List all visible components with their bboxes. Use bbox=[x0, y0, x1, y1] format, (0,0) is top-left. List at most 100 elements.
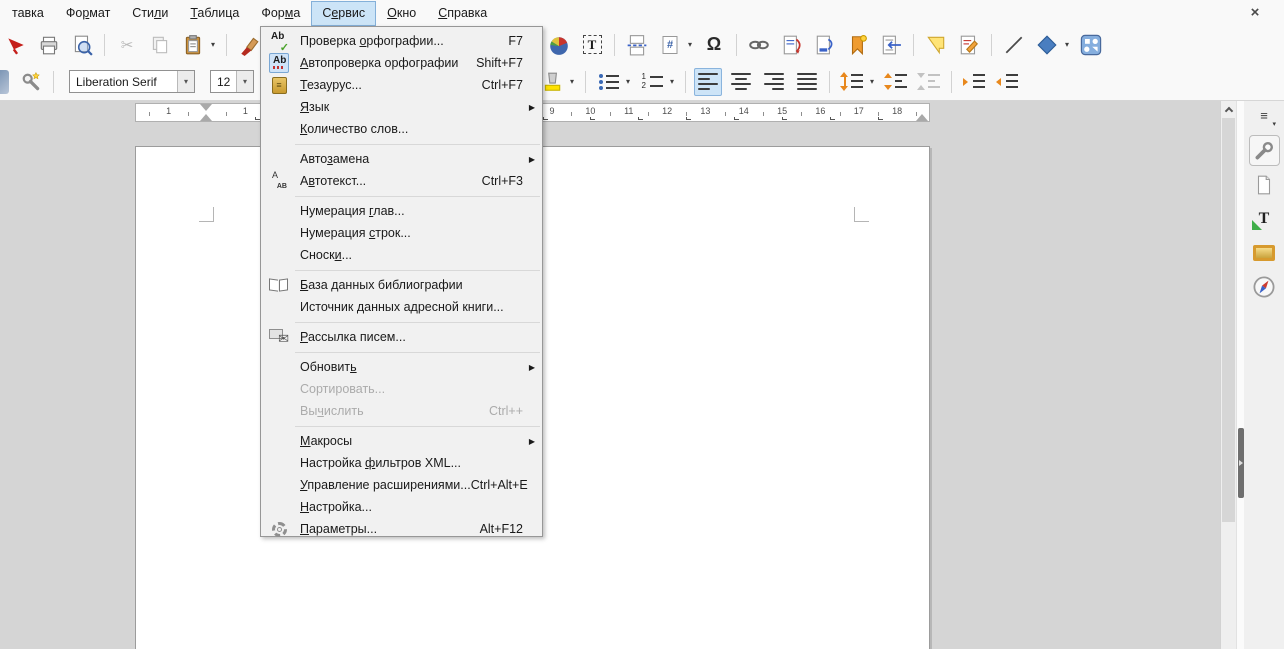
align-justify-button[interactable] bbox=[793, 68, 821, 96]
menu-item-11[interactable]: Сноски... bbox=[261, 244, 542, 266]
tab-stop-marker[interactable] bbox=[782, 117, 787, 120]
menu-item-9[interactable]: Нумерация глав... bbox=[261, 200, 542, 222]
align-left-button[interactable] bbox=[694, 68, 722, 96]
diamond-icon bbox=[1036, 34, 1058, 56]
symbol-shapes-button[interactable] bbox=[1077, 31, 1105, 59]
menu-item-13[interactable]: База данных библиографии bbox=[261, 274, 542, 296]
field-dropdown-arrow[interactable]: ▾ bbox=[685, 40, 695, 49]
toolbar-separator bbox=[829, 71, 830, 93]
cross-reference-button[interactable] bbox=[877, 31, 905, 59]
menu-item-4[interactable]: Количество слов... bbox=[261, 118, 542, 140]
sidebar-tab-gallery[interactable] bbox=[1249, 237, 1280, 268]
sidebar-tab-properties[interactable] bbox=[1249, 135, 1280, 166]
cut-button[interactable]: ✂ bbox=[113, 31, 141, 59]
align-center-button[interactable] bbox=[727, 68, 755, 96]
paste-button[interactable] bbox=[179, 31, 207, 59]
menu-item-2[interactable]: ≡Тезаурус...Ctrl+F7 bbox=[261, 74, 542, 96]
menubar-item-4[interactable]: Форма bbox=[250, 1, 311, 26]
insert-chart-button[interactable] bbox=[545, 31, 573, 59]
tab-stop-marker[interactable] bbox=[590, 117, 595, 120]
right-indent-marker[interactable] bbox=[916, 114, 928, 121]
basic-shapes-button[interactable] bbox=[1033, 31, 1061, 59]
decrease-paragraph-spacing-button[interactable] bbox=[915, 68, 943, 96]
close-document-icon[interactable]: × bbox=[1246, 4, 1264, 21]
menu-item-23[interactable]: Настройка фильтров XML... bbox=[261, 452, 542, 474]
tab-stop-marker[interactable] bbox=[734, 117, 739, 120]
tab-stop-marker[interactable] bbox=[830, 117, 835, 120]
menu-item-shortcut: Ctrl++ bbox=[489, 404, 535, 418]
insert-bookmark-button[interactable] bbox=[844, 31, 872, 59]
page-break-button[interactable] bbox=[623, 31, 651, 59]
insert-comment-button[interactable] bbox=[922, 31, 950, 59]
tab-stop-marker[interactable] bbox=[878, 117, 883, 120]
align-right-button[interactable] bbox=[760, 68, 788, 96]
menu-item-icon bbox=[268, 519, 290, 539]
export-pdf-button[interactable] bbox=[2, 31, 30, 59]
menu-item-10[interactable]: Нумерация строк... bbox=[261, 222, 542, 244]
insert-footnote-button[interactable] bbox=[778, 31, 806, 59]
menubar-item-6[interactable]: Окно bbox=[376, 1, 427, 26]
shapes-dropdown-arrow[interactable]: ▾ bbox=[1062, 40, 1072, 49]
tab-stop-marker[interactable] bbox=[686, 117, 691, 120]
track-changes-button[interactable] bbox=[955, 31, 983, 59]
menubar-item-1[interactable]: Формат bbox=[55, 1, 121, 26]
font-size-select[interactable]: 12 ▾ bbox=[210, 70, 254, 93]
sidebar-tab-styles[interactable]: T bbox=[1249, 203, 1280, 234]
line-spacing-button[interactable] bbox=[838, 68, 866, 96]
font-name-select[interactable]: Liberation Serif ▾ bbox=[69, 70, 195, 93]
increase-indent-button[interactable] bbox=[960, 68, 988, 96]
insert-hyperlink-button[interactable] bbox=[745, 31, 773, 59]
sidebar-tab-navigator[interactable] bbox=[1249, 271, 1280, 302]
paste-dropdown-arrow[interactable]: ▾ bbox=[208, 40, 218, 49]
tab-stop-marker[interactable] bbox=[638, 117, 643, 120]
numbered-list-dropdown-arrow[interactable]: ▾ bbox=[667, 77, 677, 86]
highlight-dropdown-arrow[interactable]: ▾ bbox=[567, 77, 577, 86]
menu-item-1[interactable]: AbАвтопроверка орфографииShift+F7 bbox=[261, 52, 542, 74]
numbered-list-button[interactable]: 1 2 bbox=[638, 68, 666, 96]
decrease-indent-button[interactable] bbox=[993, 68, 1021, 96]
menubar-item-2[interactable]: Стили bbox=[121, 1, 179, 26]
bullet-list-button[interactable] bbox=[594, 68, 622, 96]
print-button[interactable] bbox=[35, 31, 63, 59]
print-preview-button[interactable] bbox=[68, 31, 96, 59]
styles-actions-button[interactable] bbox=[17, 68, 45, 96]
menubar-item-3[interactable]: Таблица bbox=[179, 1, 250, 26]
menu-item-0[interactable]: Ab✓Проверка орфографии...F7 bbox=[261, 30, 542, 52]
insert-endnote-button[interactable] bbox=[811, 31, 839, 59]
font-name-dropdown-arrow[interactable]: ▾ bbox=[177, 71, 194, 92]
menubar-item-0[interactable]: тавка bbox=[1, 1, 55, 26]
special-character-button[interactable]: Ω bbox=[700, 31, 728, 59]
bullet-list-dropdown-arrow[interactable]: ▾ bbox=[623, 77, 633, 86]
menu-item-25[interactable]: Настройка... bbox=[261, 496, 542, 518]
menu-item-22[interactable]: Макросы▶ bbox=[261, 430, 542, 452]
scroll-up-button[interactable] bbox=[1221, 101, 1236, 117]
sidebar-settings-button[interactable]: ≡ ▾ bbox=[1252, 111, 1276, 129]
clipped-icon[interactable] bbox=[0, 70, 9, 94]
menu-item-7[interactable]: AABАвтотекст...Ctrl+F3 bbox=[261, 170, 542, 192]
sidebar-splitter[interactable] bbox=[1236, 101, 1244, 649]
insert-field-button[interactable]: # bbox=[656, 31, 684, 59]
submenu-arrow-icon: ▶ bbox=[529, 437, 535, 446]
indent-marker[interactable] bbox=[200, 104, 213, 121]
insert-line-button[interactable] bbox=[1000, 31, 1028, 59]
tab-stop-marker[interactable] bbox=[543, 117, 548, 120]
vertical-scrollbar[interactable] bbox=[1220, 101, 1236, 649]
menu-item-6[interactable]: Автозамена▶ bbox=[261, 148, 542, 170]
menubar-item-5-selected[interactable]: Сервис bbox=[311, 1, 376, 26]
menu-item-24[interactable]: Управление расширениями...Ctrl+Alt+E bbox=[261, 474, 542, 496]
clone-formatting-button[interactable] bbox=[235, 31, 263, 59]
menu-item-26[interactable]: Параметры...Alt+F12 bbox=[261, 518, 542, 540]
menubar-item-7[interactable]: Справка bbox=[427, 1, 498, 26]
menu-item-3[interactable]: Язык▶ bbox=[261, 96, 542, 118]
menu-item-16[interactable]: ✉Рассылка писем... bbox=[261, 326, 542, 348]
copy-button[interactable] bbox=[146, 31, 174, 59]
bullet-list-icon bbox=[598, 73, 619, 90]
scrollbar-thumb[interactable] bbox=[1222, 118, 1235, 522]
menu-item-14[interactable]: Источник данных адресной книги... bbox=[261, 296, 542, 318]
font-size-dropdown-arrow[interactable]: ▾ bbox=[236, 71, 253, 92]
insert-textbox-button[interactable]: T bbox=[578, 31, 606, 59]
sidebar-tab-page[interactable] bbox=[1249, 169, 1280, 200]
increase-paragraph-spacing-button[interactable] bbox=[882, 68, 910, 96]
menu-item-18[interactable]: Обновить▶ bbox=[261, 356, 542, 378]
line-spacing-dropdown-arrow[interactable]: ▾ bbox=[867, 77, 877, 86]
